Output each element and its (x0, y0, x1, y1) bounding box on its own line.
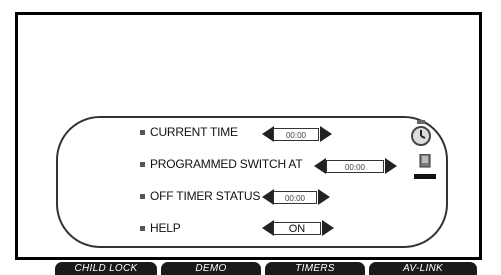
right-arrow-icon[interactable] (322, 220, 334, 236)
tv-icon (414, 154, 436, 179)
programmed-switch-value[interactable]: 00:00 (326, 160, 384, 173)
clock-icon (411, 120, 431, 146)
menu-row-current-time[interactable]: CURRENT TIME (140, 122, 238, 142)
help-label: HELP (150, 221, 181, 235)
right-arrow-icon[interactable] (385, 158, 397, 174)
tab-demo[interactable]: DEMO (161, 262, 261, 275)
off-timer-status-label: OFF TIMER STATUS (150, 189, 261, 203)
bottom-tab-bar: CHILD LOCK DEMO TIMERS AV-LINK (55, 262, 501, 275)
menu-row-help[interactable]: HELP (140, 218, 181, 238)
tv-screen: CURRENT TIME 00:00 PROGRAMMED SWITCH AT … (15, 12, 482, 260)
tab-av-link[interactable]: AV-LINK (369, 262, 477, 275)
left-arrow-icon[interactable] (314, 158, 326, 174)
bullet-icon (140, 161, 145, 167)
right-arrow-icon[interactable] (318, 189, 330, 205)
current-time-label: CURRENT TIME (150, 125, 238, 139)
current-time-value[interactable]: 00:00 (273, 128, 319, 141)
tab-timers[interactable]: TIMERS (265, 262, 365, 275)
right-arrow-icon[interactable] (320, 126, 332, 142)
menu-row-programmed-switch[interactable]: PROGRAMMED SWITCH AT (140, 154, 303, 174)
help-value[interactable]: ON (273, 222, 321, 235)
timers-menu-panel: CURRENT TIME 00:00 PROGRAMMED SWITCH AT … (56, 116, 448, 248)
tab-child-lock[interactable]: CHILD LOCK (55, 262, 157, 275)
off-timer-status-value[interactable]: 00:00 (273, 191, 317, 204)
programmed-switch-label: PROGRAMMED SWITCH AT (150, 157, 303, 171)
menu-row-off-timer-status[interactable]: OFF TIMER STATUS (140, 186, 260, 206)
bullet-icon (140, 129, 145, 135)
bullet-icon (140, 193, 145, 199)
bullet-icon (140, 225, 145, 231)
